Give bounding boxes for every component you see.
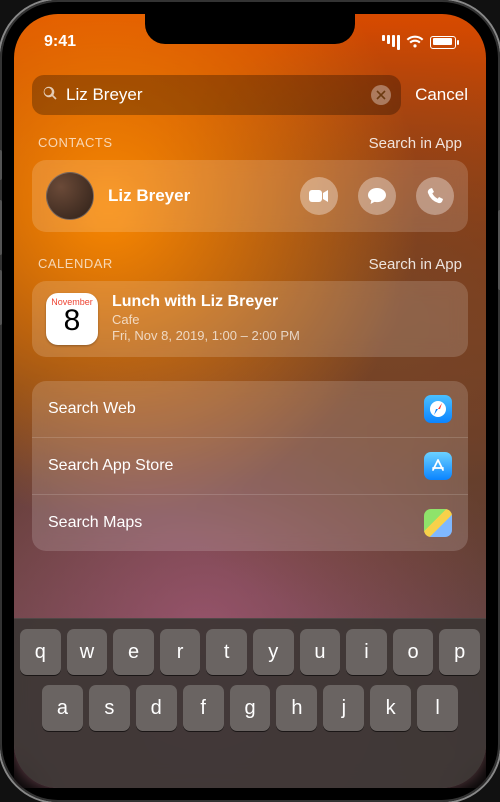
key-t[interactable]: t bbox=[206, 629, 247, 675]
clear-search-button[interactable] bbox=[371, 85, 391, 105]
calendar-section-header: CALENDAR Search in App bbox=[32, 256, 468, 281]
event-location: Cafe bbox=[112, 312, 300, 327]
contacts-search-in-app[interactable]: Search in App bbox=[369, 135, 462, 152]
cellular-icon bbox=[380, 35, 400, 50]
maps-icon bbox=[424, 509, 452, 537]
key-l[interactable]: l bbox=[417, 685, 458, 731]
keyboard-row-2: asdfghjkl bbox=[20, 685, 480, 731]
search-row: Cancel bbox=[32, 75, 468, 115]
key-w[interactable]: w bbox=[67, 629, 108, 675]
key-o[interactable]: o bbox=[393, 629, 434, 675]
key-q[interactable]: q bbox=[20, 629, 61, 675]
notch bbox=[145, 14, 355, 44]
key-e[interactable]: e bbox=[113, 629, 154, 675]
search-input[interactable] bbox=[66, 85, 363, 105]
key-i[interactable]: i bbox=[346, 629, 387, 675]
key-g[interactable]: g bbox=[230, 685, 271, 731]
battery-icon bbox=[430, 36, 456, 49]
contacts-section-header: CONTACTS Search in App bbox=[32, 135, 468, 160]
status-time: 9:41 bbox=[44, 33, 76, 51]
key-a[interactable]: a bbox=[42, 685, 83, 731]
contact-result-card[interactable]: Liz Breyer bbox=[32, 160, 468, 232]
search-app-store-label: Search App Store bbox=[48, 457, 173, 475]
key-r[interactable]: r bbox=[160, 629, 201, 675]
search-web-row[interactable]: Search Web bbox=[32, 381, 468, 438]
calendar-result-card[interactable]: November 8 Lunch with Liz Breyer Cafe Fr… bbox=[32, 281, 468, 357]
event-datetime: Fri, Nov 8, 2019, 1:00 – 2:00 PM bbox=[112, 328, 300, 343]
search-maps-row[interactable]: Search Maps bbox=[32, 495, 468, 551]
key-s[interactable]: s bbox=[89, 685, 130, 731]
key-k[interactable]: k bbox=[370, 685, 411, 731]
key-d[interactable]: d bbox=[136, 685, 177, 731]
contacts-heading: CONTACTS bbox=[38, 135, 113, 152]
keyboard-row-1: qwertyuiop bbox=[20, 629, 480, 675]
event-title: Lunch with Liz Breyer bbox=[112, 293, 300, 311]
key-p[interactable]: p bbox=[439, 629, 480, 675]
key-j[interactable]: j bbox=[323, 685, 364, 731]
calendar-app-icon: November 8 bbox=[46, 293, 98, 345]
search-icon bbox=[42, 85, 58, 106]
search-app-store-row[interactable]: Search App Store bbox=[32, 438, 468, 495]
search-web-label: Search Web bbox=[48, 400, 136, 418]
key-f[interactable]: f bbox=[183, 685, 224, 731]
calendar-day: 8 bbox=[64, 306, 81, 336]
screen: 9:41 Cancel bbox=[14, 14, 486, 788]
search-maps-label: Search Maps bbox=[48, 514, 142, 532]
keyboard[interactable]: qwertyuiop asdfghjkl bbox=[14, 618, 486, 788]
search-options-list: Search Web Search App Store Search Maps bbox=[32, 381, 468, 551]
contact-name: Liz Breyer bbox=[108, 186, 280, 206]
calendar-search-in-app[interactable]: Search in App bbox=[369, 256, 462, 273]
calendar-heading: CALENDAR bbox=[38, 256, 113, 273]
key-y[interactable]: y bbox=[253, 629, 294, 675]
key-h[interactable]: h bbox=[276, 685, 317, 731]
device-frame: 9:41 Cancel bbox=[0, 0, 500, 802]
key-u[interactable]: u bbox=[300, 629, 341, 675]
video-call-button[interactable] bbox=[300, 177, 338, 215]
contact-avatar bbox=[46, 172, 94, 220]
cancel-button[interactable]: Cancel bbox=[415, 85, 468, 105]
wifi-icon bbox=[406, 35, 424, 49]
status-indicators bbox=[380, 35, 456, 50]
message-button[interactable] bbox=[358, 177, 396, 215]
phone-call-button[interactable] bbox=[416, 177, 454, 215]
app-store-icon bbox=[424, 452, 452, 480]
search-field[interactable] bbox=[32, 75, 401, 115]
safari-icon bbox=[424, 395, 452, 423]
